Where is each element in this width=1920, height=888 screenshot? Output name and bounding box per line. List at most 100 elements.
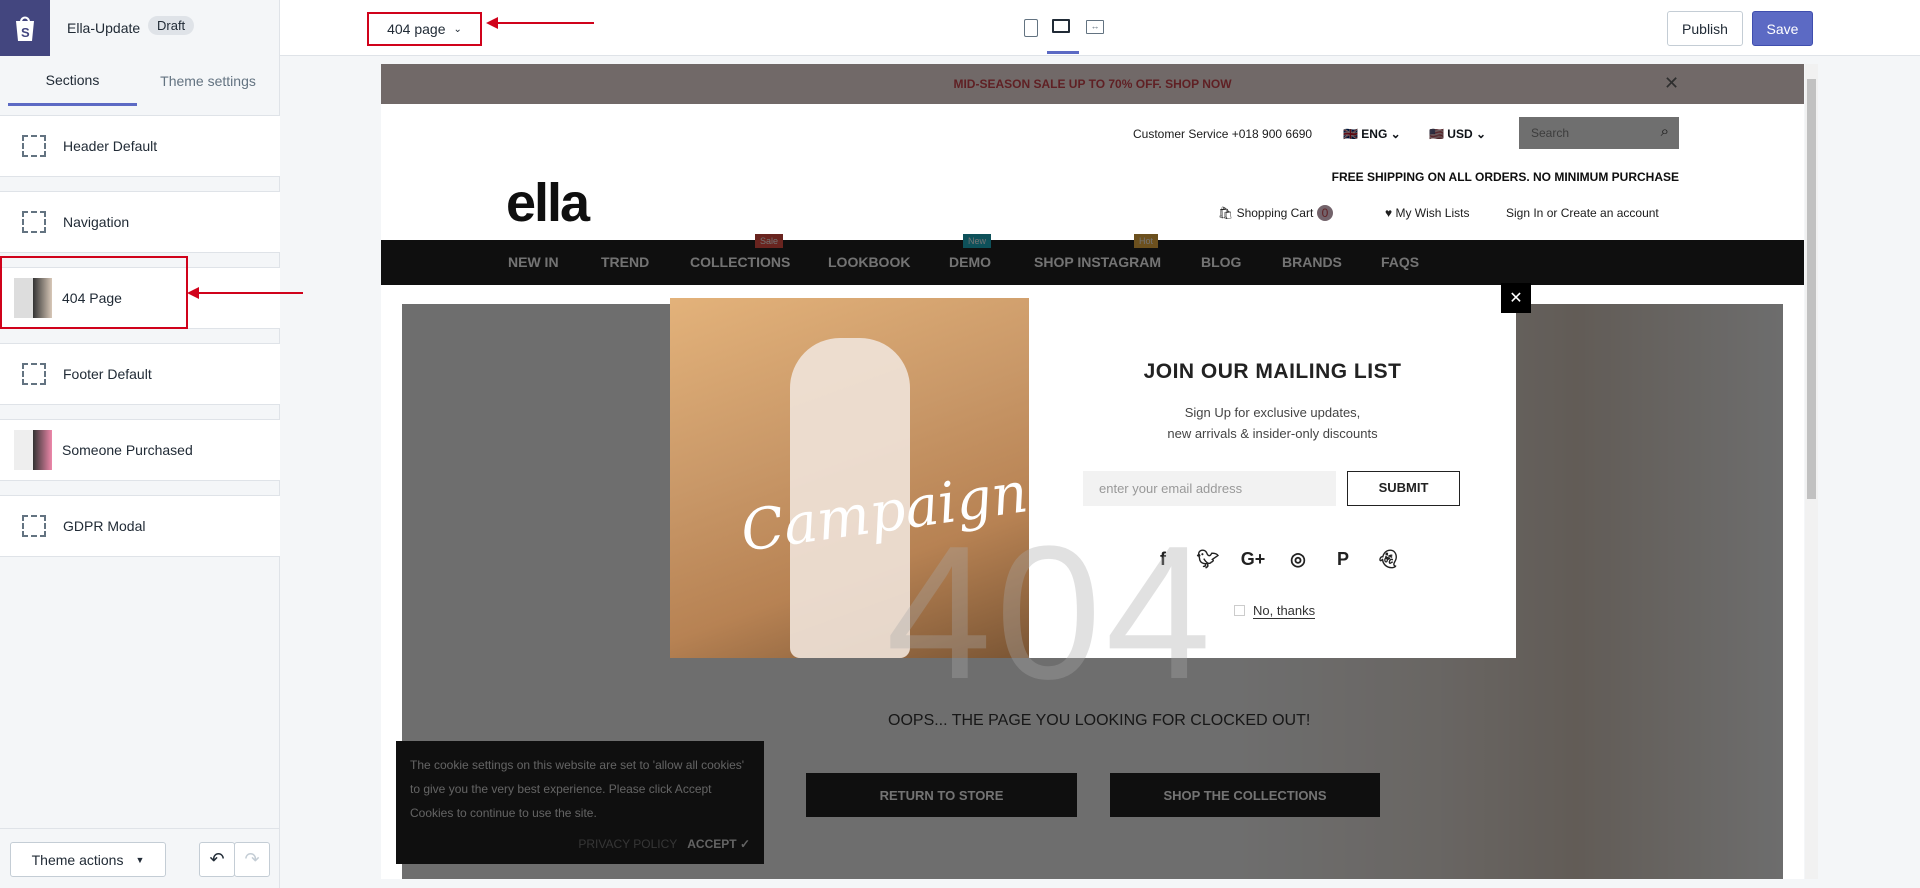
- thumbnail-image: [14, 278, 52, 318]
- newsletter-popup: Campaigns JOIN OUR MAILING LIST Sign Up …: [670, 298, 1516, 658]
- status-badge: Draft: [148, 16, 195, 35]
- redo-button[interactable]: ↷: [234, 842, 270, 877]
- active-view-indicator: [1047, 51, 1079, 54]
- social-links: f 🐦︎ G+ ◎ P 👻︎: [1149, 549, 1402, 570]
- cart-link[interactable]: 🛍 Shopping Cart 0: [1218, 205, 1334, 221]
- nav-trend[interactable]: TREND: [601, 254, 649, 270]
- sale-badge: Sale: [755, 234, 784, 248]
- section-item-footer-default[interactable]: Footer Default: [0, 343, 280, 405]
- nav-collections[interactable]: COLLECTIONS: [690, 254, 790, 270]
- preview-scrollbar[interactable]: [1805, 64, 1818, 879]
- cookie-banner: The cookie settings on this website are …: [396, 741, 764, 864]
- free-shipping-text: FREE SHIPPING ON ALL ORDERS. NO MINIMUM …: [1331, 170, 1679, 184]
- wishlist-label: My Wish Lists: [1395, 206, 1470, 220]
- chevron-down-icon: ⌄: [453, 23, 462, 35]
- theme-actions-label: Theme actions: [31, 851, 124, 868]
- publish-button[interactable]: Publish: [1667, 11, 1743, 46]
- section-item-someone-purchased[interactable]: Someone Purchased: [0, 419, 280, 481]
- instagram-icon[interactable]: ◎: [1284, 549, 1312, 570]
- customer-service-text: Customer Service +018 900 6690: [1133, 127, 1313, 141]
- promo-bar[interactable]: MID-SEASON SALE UP TO 70% OFF. SHOP NOW: [381, 64, 1804, 104]
- google-plus-icon[interactable]: G+: [1239, 549, 1267, 570]
- promo-text: MID-SEASON SALE UP TO 70% OFF. SHOP NOW: [953, 77, 1232, 91]
- page-select-value: 404 page: [387, 21, 446, 37]
- nav-brands[interactable]: BRANDS: [1282, 254, 1342, 270]
- close-promo-icon[interactable]: ✕: [1664, 73, 1679, 94]
- return-to-store-button[interactable]: RETURN TO STORE: [806, 773, 1077, 817]
- language-value: ENG: [1361, 127, 1388, 141]
- section-icon: [22, 363, 46, 385]
- popup-image: Campaigns: [670, 298, 1060, 658]
- section-label: Header Default: [63, 138, 158, 154]
- shopify-logo[interactable]: S: [0, 0, 50, 56]
- fullscreen-view-icon[interactable]: ↔: [1086, 20, 1104, 34]
- accept-label: ACCEPT: [687, 837, 737, 851]
- nav-lookbook[interactable]: LOOKBOOK: [828, 254, 910, 270]
- section-icon: [22, 515, 46, 537]
- nav-blog[interactable]: BLOG: [1201, 254, 1241, 270]
- theme-actions-button[interactable]: Theme actions ▼: [10, 842, 166, 877]
- close-popup-button[interactable]: ✕: [1501, 283, 1531, 313]
- popup-content: JOIN OUR MAILING LIST Sign Up for exclus…: [1029, 298, 1516, 658]
- wishlist-link[interactable]: ♥ My Wish Lists: [1385, 206, 1469, 220]
- oops-text: OOPS... THE PAGE YOU LOOKING FOR CLOCKED…: [888, 712, 1311, 729]
- facebook-icon[interactable]: f: [1149, 549, 1177, 570]
- section-item-header-default[interactable]: Header Default: [0, 115, 280, 177]
- popup-title: JOIN OUR MAILING LIST: [1143, 360, 1402, 383]
- sidebar: S Ella-Update Draft Sections Theme setti…: [0, 0, 280, 888]
- section-item-404-page[interactable]: 404 Page: [0, 267, 280, 329]
- cart-label: Shopping Cart: [1236, 206, 1314, 220]
- section-label: Someone Purchased: [62, 442, 193, 458]
- no-thanks-link[interactable]: No, thanks: [1253, 603, 1316, 619]
- section-label: 404 Page: [62, 290, 122, 306]
- snapchat-icon[interactable]: 👻︎: [1374, 549, 1402, 570]
- new-badge: New: [963, 234, 992, 248]
- twitter-icon[interactable]: 🐦︎: [1194, 549, 1222, 570]
- accept-cookies-button[interactable]: ACCEPT ✓: [687, 837, 750, 851]
- shop-collections-button[interactable]: SHOP THE COLLECTIONS: [1110, 773, 1380, 817]
- tab-theme-settings[interactable]: Theme settings: [140, 56, 276, 106]
- theme-preview: MID-SEASON SALE UP TO 70% OFF. SHOP NOW …: [381, 64, 1804, 879]
- tab-sections[interactable]: Sections: [8, 56, 137, 106]
- section-item-gdpr-modal[interactable]: GDPR Modal: [0, 495, 280, 557]
- popup-subtitle-line2: new arrivals & insider-only discounts: [1167, 426, 1378, 441]
- pinterest-icon[interactable]: P: [1329, 549, 1357, 570]
- nav-faqs[interactable]: FAQS: [1381, 254, 1419, 270]
- desktop-view-icon[interactable]: [1052, 19, 1070, 33]
- currency-select[interactable]: 🇺🇸 USD ⌄: [1429, 127, 1486, 141]
- nav-shop-instagram[interactable]: SHOP INSTAGRAM: [1034, 254, 1161, 270]
- search-icon[interactable]: ⌕: [1661, 123, 1669, 140]
- currency-value: USD: [1447, 127, 1473, 141]
- page-select[interactable]: 404 page ⌄: [367, 12, 482, 46]
- cookie-text: The cookie settings on this website are …: [410, 758, 745, 820]
- search-placeholder: Search: [1531, 126, 1570, 140]
- section-item-navigation[interactable]: Navigation: [0, 191, 280, 253]
- top-bar: 404 page ⌄ ↔ Publish Save: [280, 0, 1920, 56]
- mobile-view-icon[interactable]: [1024, 19, 1038, 37]
- privacy-policy-link[interactable]: PRIVACY POLICY: [578, 837, 677, 851]
- nav-new-in[interactable]: NEW IN: [508, 254, 559, 270]
- section-label: Footer Default: [63, 366, 152, 382]
- language-select[interactable]: 🇬🇧 ENG ⌄: [1343, 127, 1401, 141]
- undo-button[interactable]: ↶: [199, 842, 235, 877]
- caret-down-icon: ▼: [135, 854, 145, 865]
- save-button[interactable]: Save: [1752, 11, 1813, 46]
- nav-demo[interactable]: DEMO: [949, 254, 991, 270]
- submit-button[interactable]: SUBMIT: [1347, 471, 1460, 506]
- section-label: Navigation: [63, 214, 130, 230]
- section-icon: [22, 135, 46, 157]
- annotation-arrow: [486, 17, 594, 29]
- thumbnail-image: [14, 430, 52, 470]
- svg-text:S: S: [21, 25, 30, 40]
- store-search-input[interactable]: Search ⌕: [1519, 117, 1679, 149]
- section-icon: [22, 211, 46, 233]
- email-input[interactable]: enter your email address: [1083, 471, 1336, 506]
- divider: [0, 828, 280, 829]
- scrollbar-thumb[interactable]: [1807, 79, 1816, 499]
- popup-subtitle-line1: Sign Up for exclusive updates,: [1184, 405, 1361, 420]
- section-label: GDPR Modal: [63, 518, 146, 534]
- account-link[interactable]: Sign In or Create an account: [1506, 206, 1659, 220]
- no-thanks-checkbox[interactable]: [1234, 605, 1245, 616]
- store-name: Ella-Update: [67, 20, 141, 36]
- store-logo[interactable]: ella: [506, 172, 590, 234]
